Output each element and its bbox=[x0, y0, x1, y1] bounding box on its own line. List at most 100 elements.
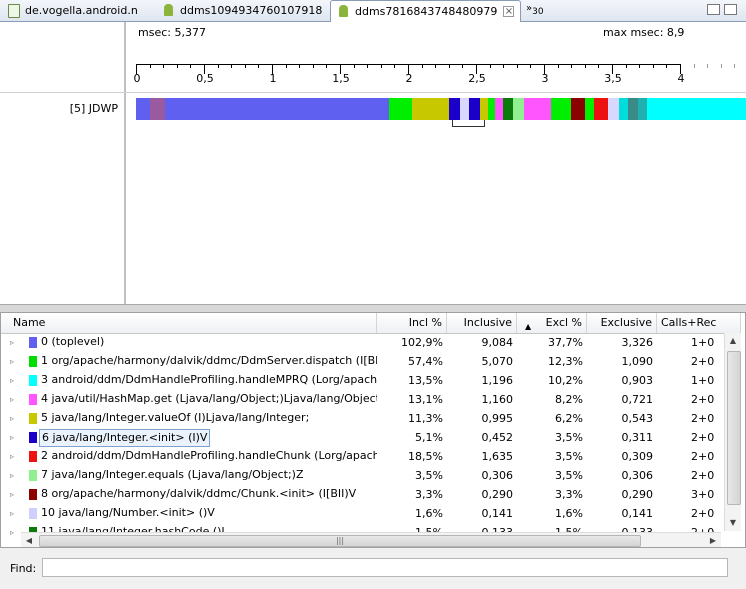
vertical-scroll-thumb[interactable] bbox=[727, 351, 741, 505]
scroll-right-icon[interactable]: ▶ bbox=[705, 533, 721, 547]
exclusive-cell: 0,721 bbox=[621, 393, 654, 406]
exclusive-cell: 0,306 bbox=[621, 469, 654, 482]
timeline-segment[interactable] bbox=[571, 98, 585, 120]
table-row[interactable]: ▹ 3 android/ddm/DdmHandleProfiling.handle… bbox=[1, 371, 725, 390]
color-swatch bbox=[29, 413, 37, 424]
timeline-segment[interactable] bbox=[459, 98, 470, 120]
timeline-segment[interactable] bbox=[512, 98, 524, 120]
time-scale[interactable] bbox=[136, 64, 746, 76]
expand-arrow-icon[interactable]: ▹ bbox=[10, 390, 14, 409]
incl-pct-cell: 11,3% bbox=[408, 412, 443, 425]
timeline-segment[interactable] bbox=[637, 98, 648, 120]
expand-arrow-icon[interactable]: ▹ bbox=[10, 371, 14, 390]
timeline-segment[interactable] bbox=[412, 98, 449, 120]
find-input[interactable] bbox=[42, 558, 728, 577]
horizontal-scrollbar[interactable]: ◀ ||| ▶ bbox=[21, 532, 721, 547]
scroll-down-icon[interactable]: ▼ bbox=[725, 515, 741, 531]
vertical-scrollbar[interactable]: ▲ ▼ bbox=[724, 333, 741, 531]
minor-tick bbox=[503, 64, 505, 68]
timeline-segment[interactable] bbox=[149, 98, 165, 120]
table-row[interactable]: ▹ 8 org/apache/harmony/dalvik/ddmc/Chunk.… bbox=[1, 485, 725, 504]
minor-tick bbox=[557, 64, 559, 68]
timeline-segment[interactable] bbox=[523, 98, 551, 120]
column-header-calls[interactable]: Calls+Rec bbox=[657, 313, 741, 333]
timeline-segment[interactable] bbox=[388, 98, 413, 120]
column-header-inclusive[interactable]: Inclusive bbox=[447, 313, 517, 333]
tab-overflow-button[interactable]: »30 bbox=[526, 3, 544, 17]
timeline-segment[interactable] bbox=[503, 98, 513, 120]
minor-tick bbox=[639, 64, 641, 68]
excl-pct-cell: 37,7% bbox=[548, 336, 583, 349]
minor-tick bbox=[380, 64, 382, 68]
timeline-segment[interactable] bbox=[584, 98, 595, 120]
calls-cell: 2+0 bbox=[691, 431, 715, 444]
minor-tick bbox=[244, 64, 246, 68]
timeline-segment[interactable] bbox=[495, 98, 504, 120]
column-header-exclusive[interactable]: Exclusive bbox=[587, 313, 657, 333]
scale-tick-label: 2,5 bbox=[468, 72, 486, 85]
excl-pct-cell: 6,2% bbox=[555, 412, 583, 425]
inclusive-cell: 5,070 bbox=[481, 355, 514, 368]
scroll-left-icon[interactable]: ◀ bbox=[21, 533, 37, 547]
table-row[interactable]: ▹ 0 (toplevel) 102,9% 9,084 37,7% 3,326 1+0 bbox=[1, 333, 725, 352]
scroll-up-icon[interactable]: ▲ bbox=[725, 333, 741, 349]
table-row[interactable]: ▹ 2 android/ddm/DdmHandleProfiling.handle… bbox=[1, 447, 725, 466]
expand-arrow-icon[interactable]: ▹ bbox=[10, 447, 14, 466]
exclusive-cell: 0,309 bbox=[621, 450, 654, 463]
excl-pct-cell: 12,3% bbox=[548, 355, 583, 368]
color-swatch bbox=[29, 356, 37, 367]
close-icon[interactable]: × bbox=[503, 6, 515, 17]
table-row[interactable]: ▹ 5 java/lang/Integer.valueOf (I)Ljava/la… bbox=[1, 409, 725, 428]
maximize-button[interactable] bbox=[724, 4, 737, 15]
incl-pct-cell: 13,1% bbox=[408, 393, 443, 406]
exclusive-cell: 0,543 bbox=[621, 412, 654, 425]
color-swatch bbox=[29, 432, 37, 443]
table-row[interactable]: ▹ 10 java/lang/Number.<init> ()V 1,6% 0,141… bbox=[1, 504, 725, 523]
horizontal-scroll-thumb[interactable]: ||| bbox=[39, 535, 641, 547]
timeline-segment[interactable] bbox=[618, 98, 629, 120]
expand-arrow-icon[interactable]: ▹ bbox=[10, 523, 14, 542]
editor-tab-bar: de.vogella.android.n ddms109493476010791… bbox=[0, 0, 746, 22]
timeline-segment[interactable] bbox=[594, 98, 608, 120]
expand-arrow-icon[interactable]: ▹ bbox=[10, 352, 14, 371]
timeline-segment[interactable] bbox=[628, 98, 638, 120]
expand-arrow-icon[interactable]: ▹ bbox=[10, 428, 14, 447]
table-row[interactable]: ▹ 4 java/util/HashMap.get (Ljava/lang/Obj… bbox=[1, 390, 725, 409]
column-header-excl-pct[interactable]: ▲ Excl % bbox=[517, 313, 587, 333]
timeline-segment[interactable] bbox=[488, 98, 496, 120]
timeline-segment[interactable] bbox=[448, 98, 460, 120]
inclusive-cell: 1,160 bbox=[481, 393, 514, 406]
minor-tick bbox=[666, 64, 668, 68]
table-row[interactable]: ▹ 1 org/apache/harmony/dalvik/ddmc/DdmSer… bbox=[1, 352, 725, 371]
minor-tick bbox=[584, 64, 586, 68]
scale-tick-label: 0,5 bbox=[196, 72, 214, 85]
expand-arrow-icon[interactable]: ▹ bbox=[10, 409, 14, 428]
column-header-incl-pct[interactable]: Incl % bbox=[377, 313, 447, 333]
timeline-segment[interactable] bbox=[480, 98, 489, 120]
timeline-segment[interactable] bbox=[647, 98, 746, 120]
scale-tick-label: 4 bbox=[677, 72, 685, 85]
expand-arrow-icon[interactable]: ▹ bbox=[10, 333, 14, 352]
minimize-button[interactable] bbox=[707, 4, 720, 15]
minor-tick bbox=[231, 64, 233, 68]
panel-splitter[interactable] bbox=[0, 304, 746, 312]
tab-label: ddms7816843748480979 bbox=[355, 5, 498, 18]
table-row[interactable]: ▹ 6 java/lang/Integer.<init> (I)V 5,1% 0,45… bbox=[1, 428, 725, 447]
thread-label-column: [5] JDWP bbox=[0, 22, 126, 304]
incl-pct-cell: 3,3% bbox=[415, 488, 443, 501]
thread-timeline-bar[interactable] bbox=[136, 98, 746, 127]
tab-ddms-2[interactable]: ddms7816843748480979 × bbox=[330, 0, 522, 22]
tab-vogella[interactable]: de.vogella.android.n bbox=[2, 1, 144, 20]
expand-arrow-icon[interactable]: ▹ bbox=[10, 485, 14, 504]
column-header-name[interactable]: Name bbox=[1, 313, 377, 333]
timeline-segment[interactable] bbox=[550, 98, 572, 120]
expand-arrow-icon[interactable]: ▹ bbox=[10, 466, 14, 485]
tab-ddms-1[interactable]: ddms1094934760107918 bbox=[156, 1, 328, 20]
incl-pct-cell: 3,5% bbox=[415, 469, 443, 482]
timeline-segment[interactable] bbox=[469, 98, 481, 120]
table-row[interactable]: ▹ 7 java/lang/Integer.equals (Ljava/lang/… bbox=[1, 466, 725, 485]
timeline-segment[interactable] bbox=[607, 98, 619, 120]
expand-arrow-icon[interactable]: ▹ bbox=[10, 504, 14, 523]
timeline-segment[interactable] bbox=[136, 98, 389, 120]
excl-pct-cell: 3,5% bbox=[555, 469, 583, 482]
